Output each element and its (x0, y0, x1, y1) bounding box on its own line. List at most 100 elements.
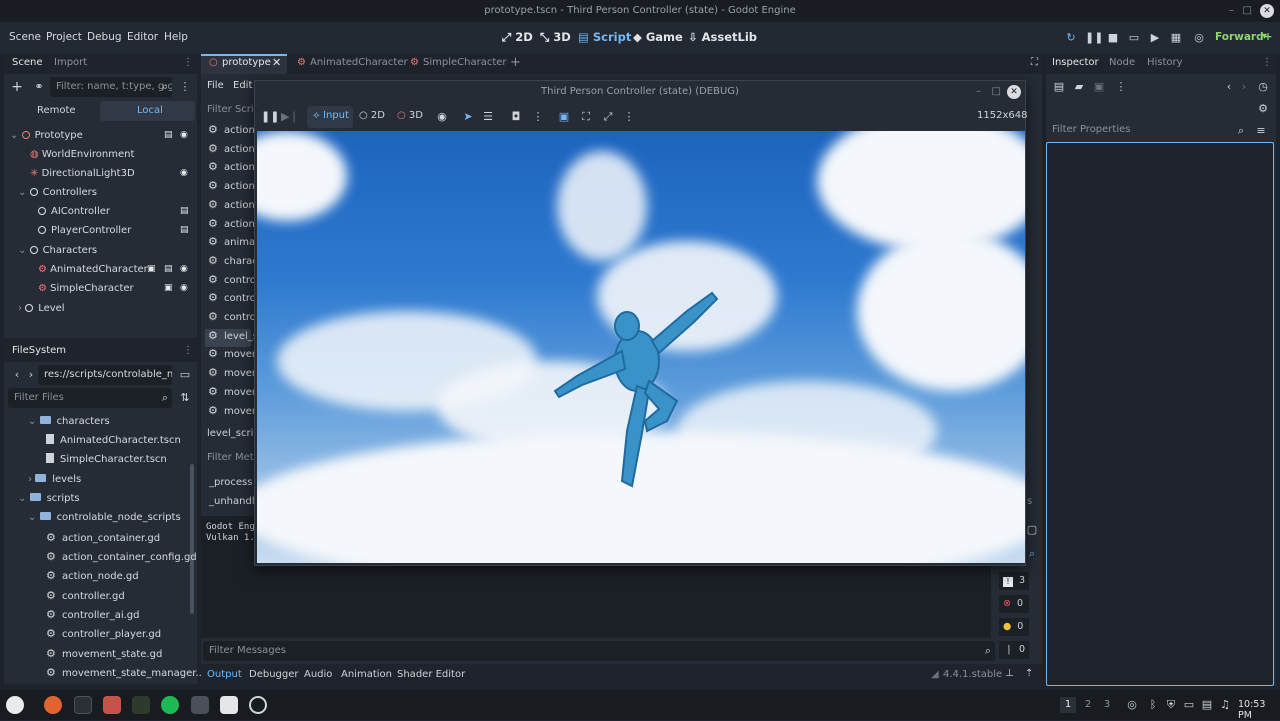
tab-node[interactable]: Node (1109, 57, 1135, 68)
dock-menu-icon[interactable]: ⋮ (1262, 57, 1272, 68)
renderer-chevron-icon[interactable]: ▾ (1262, 31, 1267, 42)
list-item[interactable]: ⚙ controller.gd (46, 586, 125, 605)
stop-icon[interactable]: ■ (1106, 31, 1120, 45)
close-tab-icon[interactable]: ✕ (272, 56, 281, 69)
list-item[interactable]: ⚙ controller_ai.gd (46, 605, 140, 624)
dock-menu-icon[interactable]: ⋮ (183, 345, 193, 356)
search-icon[interactable]: ⌕ (1025, 547, 1039, 561)
open-folder-icon[interactable]: ▰ (1072, 80, 1086, 94)
script-list-item[interactable]: ⚙ action_ (208, 140, 260, 158)
script-icon[interactable]: ▤ (180, 206, 189, 216)
menu-scene[interactable]: Scene (9, 31, 41, 43)
fixed-size-icon[interactable]: ▣ (557, 110, 571, 124)
new-resource-icon[interactable]: ▤ (1052, 80, 1066, 94)
list-item[interactable]: › levels (28, 470, 81, 489)
list-item[interactable]: ⌄ scripts (18, 489, 80, 508)
remote-button[interactable]: Remote (37, 105, 76, 116)
tree-node-controllers[interactable]: ⌄ Controllers (18, 183, 97, 202)
keep-aspect-icon[interactable]: ⛶ (579, 110, 593, 124)
obs-icon[interactable] (249, 696, 267, 714)
scene-filter-input[interactable]: Filter: name, t:type, g:gr (50, 77, 172, 97)
apps-icon[interactable] (191, 696, 209, 714)
visibility-eye-icon[interactable]: ◉ (180, 264, 188, 274)
history-icon[interactable]: ◷ (1256, 80, 1270, 94)
workspace-3[interactable]: 3 (1099, 697, 1115, 713)
mode-3d-button[interactable]: ○ 3D (397, 110, 423, 121)
filter-scripts-input[interactable]: Filter Scrip (207, 104, 260, 115)
dock-menu-icon[interactable]: ⋮ (183, 57, 193, 68)
pause-icon[interactable]: ❚❚ (261, 110, 279, 124)
firefox-icon[interactable] (44, 696, 62, 714)
maximize-icon[interactable]: □ (1243, 0, 1252, 22)
split-view-icon[interactable]: ▭ (178, 368, 192, 382)
tree-node-simplecharacter[interactable]: ⚙ SimpleCharacter (38, 279, 134, 298)
workspace-3d-button[interactable]: ⤡ 3D (540, 30, 571, 45)
script-list-item[interactable]: ⚙ level_s (208, 327, 258, 345)
files-icon[interactable] (103, 696, 121, 714)
close-window-button[interactable]: ✕ (1260, 4, 1274, 18)
script-icon[interactable]: ▤ (164, 130, 173, 140)
tab-scene[interactable]: Scene (12, 57, 43, 68)
stretch-icon[interactable]: ⤢ (601, 110, 615, 124)
terminal-icon[interactable] (74, 696, 92, 714)
workspace-2d-button[interactable]: ⤢ 2D (502, 30, 533, 45)
more-options-icon[interactable]: ⋮ (1114, 80, 1128, 94)
copy-icon[interactable]: ▢ (1025, 523, 1039, 537)
message-count[interactable]: ! 3 (999, 572, 1029, 590)
list-select-icon[interactable]: ☰ (481, 110, 495, 124)
menu-file[interactable]: File (207, 80, 224, 91)
scene-menu-icon[interactable]: ⋮ (178, 80, 192, 94)
game-viewport[interactable] (257, 131, 1025, 563)
visibility-eye-icon[interactable]: ◉ (180, 168, 188, 178)
tree-node-prototype[interactable]: ⌄ Prototype (10, 126, 83, 145)
sort-icon[interactable]: ≡ (1254, 124, 1268, 138)
tab-shader-editor[interactable]: Shader Editor (397, 669, 465, 680)
add-node-icon[interactable]: + (10, 80, 24, 94)
script-list-item[interactable]: ⚙ contro (208, 289, 256, 307)
obs-tray-icon[interactable]: ◎ (1125, 698, 1139, 712)
script-icon[interactable]: ▤ (164, 264, 173, 274)
script-icon[interactable]: ▤ (180, 225, 189, 235)
script-list-item[interactable]: ⚙ action_ (208, 121, 260, 139)
script-list-item[interactable]: ⚙ action_ (208, 215, 260, 233)
tree-node-playercontroller[interactable]: PlayerController (38, 221, 131, 240)
back-icon[interactable]: ‹ (1222, 80, 1236, 94)
godot-icon[interactable] (220, 696, 238, 714)
sort-icon[interactable]: ⇅ (178, 391, 192, 405)
method-item[interactable]: _process (209, 477, 252, 488)
clapper-icon[interactable]: ▣ (164, 283, 173, 293)
warning-count[interactable]: ● 0 (999, 618, 1029, 636)
visibility-eye-icon[interactable]: ◉ (180, 130, 188, 140)
script-list-item[interactable]: ⚙ contro (208, 308, 256, 326)
forward-icon[interactable]: › (24, 368, 38, 382)
minimize-icon[interactable]: – (976, 81, 981, 103)
movie-icon[interactable]: ◎ (1192, 31, 1206, 45)
back-icon[interactable]: ‹ (10, 368, 24, 382)
more-options-icon[interactable]: ⋮ (531, 110, 545, 124)
spotify-icon[interactable] (161, 696, 179, 714)
next-frame-icon[interactable]: ▶❘ (281, 110, 299, 124)
editor-count[interactable]: ❘ 0 (999, 641, 1029, 659)
tab-import[interactable]: Import (54, 57, 87, 68)
add-tab-icon[interactable]: + (510, 55, 521, 70)
list-item[interactable]: ⚙ action_node.gd (46, 566, 139, 585)
workspace-assetlib-button[interactable]: ⇩ AssetLib (688, 30, 757, 44)
visibility-eye-icon[interactable]: ◉ (180, 283, 188, 293)
forward-icon[interactable]: › (1237, 80, 1251, 94)
error-count[interactable]: ⊗ 0 (999, 595, 1029, 613)
method-item[interactable]: _unhandle (209, 496, 261, 507)
list-item[interactable]: ⚙ action_container_config.gd (46, 547, 197, 566)
list-item[interactable]: SimpleCharacter.tscn (46, 450, 167, 469)
run-scene-icon[interactable]: ▶ (1148, 31, 1162, 45)
tree-node-animatedcharacter[interactable]: ⚙ AnimatedCharacter (38, 260, 148, 279)
list-item[interactable]: ⚙ movement_state.gd (46, 644, 162, 663)
tab-animation[interactable]: Animation (341, 669, 392, 680)
list-item[interactable]: AnimatedCharacter.tscn (46, 431, 181, 450)
camera-icon[interactable]: ◘ (509, 110, 523, 124)
menu-project[interactable]: Project (46, 31, 82, 43)
script-list-item[interactable]: ⚙ animat (208, 233, 259, 251)
script-list-item[interactable]: ⚙ contro (208, 271, 256, 289)
menu-help[interactable]: Help (164, 31, 188, 43)
pause-icon[interactable]: ❚❚ (1085, 31, 1103, 45)
remote-debug-icon[interactable]: ▭ (1127, 31, 1141, 45)
